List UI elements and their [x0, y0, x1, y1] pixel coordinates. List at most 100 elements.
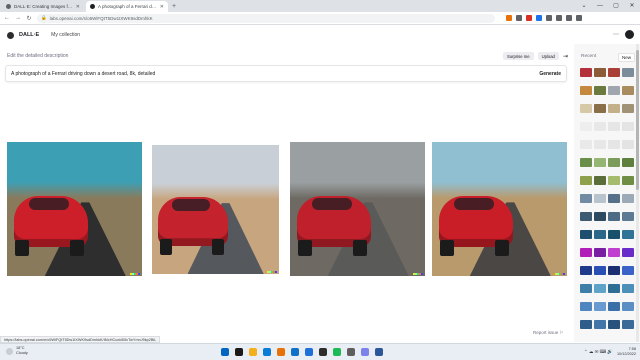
new-tab-button[interactable]: + [172, 3, 176, 10]
history-thumbnail[interactable] [622, 68, 634, 77]
history-thumbnail[interactable] [580, 302, 592, 311]
extension-icon[interactable] [516, 15, 522, 21]
extension-icon[interactable] [546, 15, 552, 21]
back-icon[interactable]: ← [4, 15, 10, 21]
taskbar-app-icon[interactable] [333, 348, 341, 356]
history-thumbnail[interactable] [622, 122, 634, 131]
tray-icons[interactable]: ⌃ ☁ ✉ ⌨ 🔊 [584, 349, 613, 355]
extension-icon[interactable] [556, 15, 562, 21]
close-tab-icon[interactable]: ✕ [76, 4, 80, 10]
history-thumbnail[interactable] [594, 104, 606, 113]
history-thumbnail[interactable] [594, 176, 606, 185]
surprise-me-button[interactable]: Surprise me [503, 52, 534, 60]
taskbar-app-icon[interactable] [305, 348, 313, 356]
history-thumbnail[interactable] [622, 266, 634, 275]
history-thumbnail[interactable] [622, 86, 634, 95]
reload-icon[interactable]: ↻ [26, 15, 32, 22]
upload-button[interactable]: Upload [537, 52, 559, 60]
history-thumbnail[interactable] [608, 194, 620, 203]
taskbar-app-icon[interactable] [291, 348, 299, 356]
history-thumbnail[interactable] [608, 158, 620, 167]
history-thumbnail[interactable] [622, 230, 634, 239]
history-thumbnail[interactable] [580, 176, 592, 185]
history-thumbnail[interactable] [608, 248, 620, 257]
taskbar-app-icon[interactable] [319, 348, 327, 356]
history-thumbnail[interactable] [580, 284, 592, 293]
history-thumbnail[interactable] [622, 194, 634, 203]
history-thumbnail[interactable] [580, 104, 592, 113]
history-thumbnail[interactable] [608, 284, 620, 293]
history-thumbnail[interactable] [580, 230, 592, 239]
history-thumbnail[interactable] [580, 140, 592, 149]
history-thumbnail[interactable] [594, 68, 606, 77]
avatar[interactable] [625, 30, 634, 39]
history-thumbnail[interactable] [594, 122, 606, 131]
history-thumbnail[interactable] [580, 158, 592, 167]
history-thumbnail[interactable] [608, 320, 620, 329]
weather-widget[interactable]: 18°C Cloudy [6, 346, 28, 356]
history-thumbnail[interactable] [580, 122, 592, 131]
taskbar-app-icon[interactable] [361, 348, 369, 356]
taskbar-app-icon[interactable] [235, 348, 243, 356]
extension-icon[interactable] [506, 15, 512, 21]
extension-icon[interactable] [526, 15, 532, 21]
history-thumbnail[interactable] [594, 86, 606, 95]
history-thumbnail[interactable] [622, 302, 634, 311]
taskbar-app-icon[interactable] [263, 348, 271, 356]
history-thumbnail[interactable] [608, 86, 620, 95]
history-thumbnail[interactable] [608, 212, 620, 221]
history-thumbnail[interactable] [594, 320, 606, 329]
address-bar[interactable]: 🔒 labs.openai.com/s/o5WiFQtT5Dw1tXWK9sdD… [37, 13, 495, 23]
generated-image-3[interactable] [290, 142, 425, 276]
generate-button[interactable]: Generate [539, 71, 561, 77]
extension-icon[interactable] [576, 15, 582, 21]
taskbar-app-icon[interactable] [277, 348, 285, 356]
history-thumbnail[interactable] [594, 266, 606, 275]
history-thumbnail[interactable] [622, 140, 634, 149]
extension-icon[interactable] [566, 15, 572, 21]
history-thumbnail[interactable] [594, 284, 606, 293]
history-thumbnail[interactable] [580, 266, 592, 275]
history-thumbnail[interactable] [608, 122, 620, 131]
taskbar-app-icon[interactable] [347, 348, 355, 356]
history-thumbnail[interactable] [580, 212, 592, 221]
close-window-button[interactable]: ✕ [624, 0, 640, 12]
history-thumbnail[interactable] [622, 212, 634, 221]
maximize-button[interactable]: ▢ [608, 0, 624, 12]
history-thumbnail[interactable] [622, 176, 634, 185]
more-menu-icon[interactable]: ⋯ [613, 31, 619, 38]
taskbar-app-icon[interactable] [221, 348, 229, 356]
history-thumbnail[interactable] [608, 230, 620, 239]
generated-image-1[interactable] [7, 142, 142, 276]
history-thumbnail[interactable] [622, 320, 634, 329]
history-thumbnail[interactable] [580, 320, 592, 329]
history-thumbnail[interactable] [608, 104, 620, 113]
history-thumbnail[interactable] [608, 266, 620, 275]
history-thumbnail[interactable] [594, 212, 606, 221]
prompt-text[interactable]: A photograph of a Ferrari driving down a… [11, 71, 539, 77]
history-thumbnail[interactable] [622, 104, 634, 113]
history-thumbnail[interactable] [580, 86, 592, 95]
close-tab-icon[interactable]: ✕ [160, 4, 164, 10]
extension-icon[interactable] [536, 15, 542, 21]
history-thumbnail[interactable] [580, 68, 592, 77]
history-thumbnail[interactable] [622, 284, 634, 293]
new-button[interactable]: New [618, 53, 636, 62]
sidebar-scrollbar[interactable] [636, 44, 639, 342]
openai-logo-icon[interactable] [7, 31, 14, 39]
report-issue-link[interactable]: Report issue ⚐ [533, 330, 564, 336]
prompt-input[interactable]: A photograph of a Ferrari driving down a… [5, 65, 567, 82]
history-thumbnail[interactable] [580, 194, 592, 203]
history-thumbnail[interactable] [594, 194, 606, 203]
tab-dalle-blog[interactable]: DALL·E: Creating Images from Te ✕ [2, 1, 84, 12]
history-thumbnail[interactable] [594, 302, 606, 311]
brand-title[interactable]: DALL·E [19, 32, 39, 38]
clock[interactable]: 7:58 10/12/2022 [617, 347, 636, 357]
tab-search-button[interactable]: ⌄ [576, 0, 592, 12]
tab-ferrari-result[interactable]: A photograph of a Ferrari drivin ✕ [86, 1, 168, 12]
generated-image-4[interactable] [432, 142, 567, 276]
taskbar-app-icon[interactable] [249, 348, 257, 356]
history-thumbnail[interactable] [580, 248, 592, 257]
nav-my-collection[interactable]: My collection [51, 32, 80, 38]
history-thumbnail[interactable] [594, 158, 606, 167]
